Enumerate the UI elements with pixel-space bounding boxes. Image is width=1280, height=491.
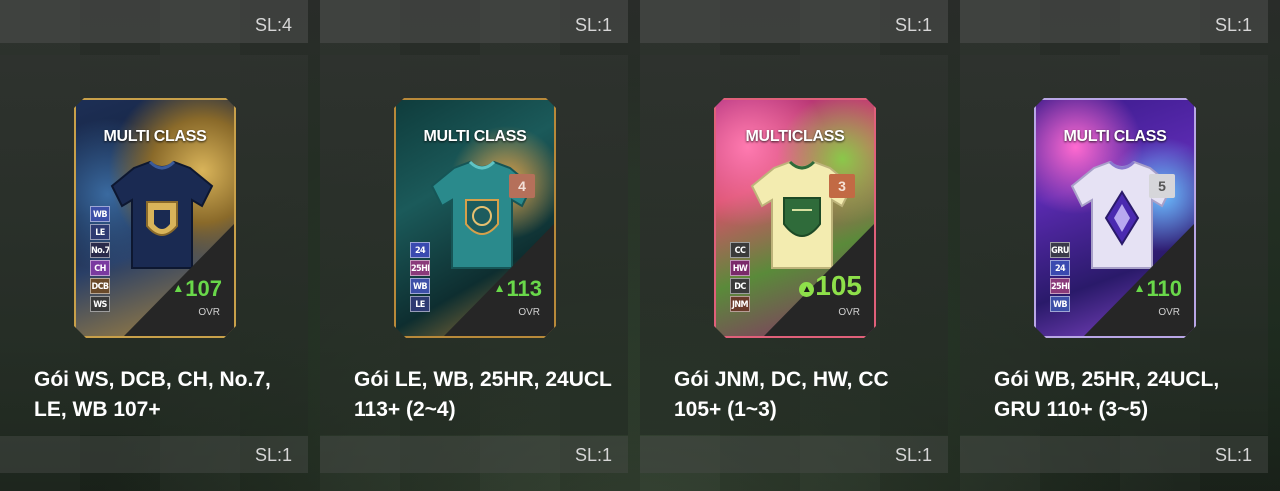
pack-name-line: 105+ (1~3): [674, 398, 777, 421]
up-arrow-icon: ▲: [1133, 281, 1146, 295]
up-arrow-icon: ▲: [172, 281, 185, 295]
card-class-title: MULTICLASS: [745, 128, 845, 145]
ovr-label: OVR: [1158, 307, 1180, 318]
pack-name: Gói WB, 25HR, 24UCL, GRU 110+ (3~5): [994, 365, 1254, 425]
position-badges: GRU 24 25HR WB: [1050, 242, 1070, 312]
position-badge: DC: [730, 278, 750, 294]
card-class-title: MULTI CLASS: [1063, 128, 1167, 145]
stock-bar-top: SL:1: [640, 0, 948, 43]
position-badges: 24 25HR WB LE: [410, 242, 430, 312]
pack-name-line: Gói LE, WB, 25HR, 24UCL: [354, 368, 612, 391]
pack-name-line: GRU 110+ (3~5): [994, 398, 1149, 421]
stock-count: SL:1: [574, 15, 612, 35]
stock-count: SL:4: [254, 15, 292, 35]
rank-badge: 3: [829, 174, 855, 198]
ovr-value: ▲107: [172, 276, 222, 302]
stock-bar-top: SL:4: [0, 0, 308, 43]
stock-count: SL:1: [1214, 15, 1252, 35]
pack-column[interactable]: SL:1 MULTI CLASS 5 GRU 24 25HR WB ▲110 O…: [960, 0, 1268, 491]
rank-badge: 5: [1149, 174, 1175, 198]
position-badge: 25HR: [410, 260, 430, 276]
pack-card[interactable]: MULTICLASS 3 CC HW DC JNM ▲ 105 OVR: [714, 98, 876, 338]
ovr-number: 110: [1146, 276, 1183, 301]
position-badge: GRU: [1050, 242, 1070, 258]
ovr-number: 107: [185, 276, 222, 301]
ovr-label: OVR: [518, 307, 540, 318]
pack-column[interactable]: SL:4 MULTI CLASS WB LE No.7 CH DCB WS ▲1…: [0, 0, 308, 491]
position-badge: 24: [410, 242, 430, 258]
position-badge: CH: [90, 260, 110, 276]
stock-bar-top: SL:1: [320, 0, 628, 43]
pack-name-line: Gói JNM, DC, HW, CC: [674, 368, 889, 391]
position-badge: WB: [410, 278, 430, 294]
card-class-title: MULTI CLASS: [103, 128, 207, 145]
up-arrow-icon: ▲: [493, 281, 506, 295]
stock-bar-bottom: SL:1: [0, 436, 308, 473]
stock-bar-top: SL:1: [960, 0, 1268, 43]
pack-name-line: Gói WS, DCB, CH, No.7,: [34, 368, 271, 391]
ovr-value: ▲113: [494, 276, 542, 302]
ovr-label: OVR: [838, 307, 860, 318]
position-badges: WB LE No.7 CH DCB WS: [90, 206, 110, 312]
position-badge: CC: [730, 242, 750, 258]
stock-bar-bottom: SL:1: [320, 436, 628, 473]
pack-name: Gói WS, DCB, CH, No.7, LE, WB 107+: [34, 365, 294, 425]
position-badge: JNM: [730, 296, 750, 312]
pack-list: SL:4 MULTI CLASS WB LE No.7 CH DCB WS ▲1…: [0, 0, 1280, 491]
pack-name: Gói JNM, DC, HW, CC 105+ (1~3): [674, 365, 934, 425]
card-class-title: MULTI CLASS: [423, 128, 527, 145]
jersey-icon: [110, 160, 214, 269]
ovr-value: ▲110: [1134, 276, 1182, 302]
ovr-number: 113: [506, 276, 543, 301]
position-badge: No.7: [90, 242, 110, 258]
position-badge: LE: [90, 224, 110, 240]
pack-card[interactable]: MULTI CLASS WB LE No.7 CH DCB WS ▲107 OV…: [74, 98, 236, 338]
position-badge: WB: [90, 206, 110, 222]
rank-badge: 4: [509, 174, 535, 198]
position-badge: HW: [730, 260, 750, 276]
ovr-label: OVR: [198, 307, 220, 318]
pack-column[interactable]: SL:1 MULTICLASS 3 CC HW DC JNM ▲105 OVR: [640, 0, 948, 491]
stock-count: SL:1: [574, 445, 612, 465]
position-badge: WS: [90, 296, 110, 312]
stock-count: SL:1: [1214, 445, 1252, 465]
stock-count: SL:1: [254, 445, 292, 465]
stock-bar-bottom: SL:1: [960, 436, 1268, 473]
position-badge: 24: [1050, 260, 1070, 276]
position-badge: WB: [1050, 296, 1070, 312]
pack-name-line: LE, WB 107+: [34, 398, 161, 421]
position-badge: 25HR: [1050, 278, 1070, 294]
position-badge: LE: [410, 296, 430, 312]
pack-card[interactable]: MULTI CLASS 5 GRU 24 25HR WB ▲110 OVR: [1034, 98, 1196, 338]
pack-name: Gói LE, WB, 25HR, 24UCL 113+ (2~4): [354, 365, 614, 425]
pack-card[interactable]: MULTI CLASS 4 24 25HR WB LE ▲113 OVR: [394, 98, 556, 338]
position-badges: CC HW DC JNM: [730, 242, 750, 312]
pack-name-line: Gói WB, 25HR, 24UCL,: [994, 368, 1220, 391]
up-arrow-icon: ▲: [799, 282, 815, 297]
ovr-value: ▲ 105: [799, 270, 862, 302]
stock-count: SL:1: [894, 445, 932, 465]
stock-bar-bottom: SL:1: [640, 436, 948, 473]
ovr-number: 105: [815, 270, 862, 301]
pack-name-line: 113+ (2~4): [354, 398, 456, 421]
pack-column[interactable]: SL:1 MULTI CLASS 4 24 25HR WB LE ▲113 OV…: [320, 0, 628, 491]
stock-count: SL:1: [894, 15, 932, 35]
position-badge: DCB: [90, 278, 110, 294]
